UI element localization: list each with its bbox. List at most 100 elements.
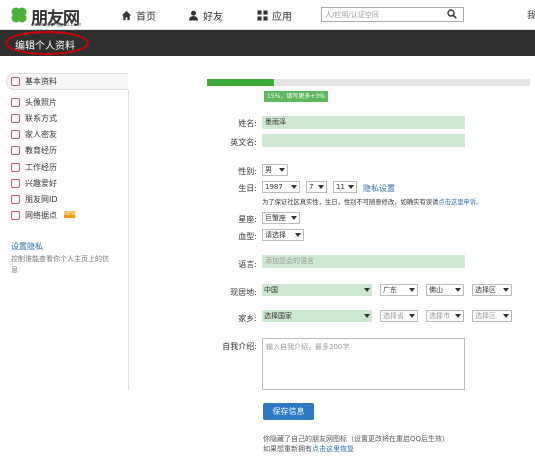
- sidebar-item-id[interactable]: 朋友网ID: [11, 194, 58, 205]
- hometown-city-value: 选择市: [429, 312, 450, 320]
- sidebar-item-network[interactable]: 网络据点: [11, 210, 57, 221]
- search-placeholder: 人/应用/认证空间: [325, 11, 379, 19]
- clover-logo-icon: [11, 7, 27, 23]
- birth-day-value: 11: [336, 183, 345, 191]
- nav-home-label: 首页: [136, 12, 156, 23]
- residence-city-select[interactable]: 佛山: [426, 284, 464, 296]
- intro-textarea[interactable]: 输入自我介绍，最多200字: [262, 338, 465, 390]
- hidden-icon-note: 你隐藏了自己的朋友网图标（设置更改将在重启QQ后生效）: [263, 435, 450, 443]
- birthday-note: 为了保证社区真实性，生日，性别不可随意修改，如确实有误请点击这里申诉。: [262, 197, 482, 206]
- restore-link[interactable]: 点击这里恢复: [312, 445, 354, 453]
- contact-book-icon: [11, 114, 20, 123]
- birth-year-value: 1987: [265, 183, 283, 191]
- avatar-icon: [11, 98, 20, 107]
- search-icon[interactable]: [447, 9, 457, 19]
- nav-apps-label: 应用: [272, 12, 292, 23]
- zodiac-select[interactable]: 巨蟹座: [262, 212, 300, 224]
- english-name-label: 英文名:: [230, 138, 257, 147]
- chevron-down-icon: [503, 314, 509, 318]
- blood-type-value: 请选择: [265, 231, 286, 239]
- name-field[interactable]: 墨雨泽: [262, 116, 465, 129]
- residence-province-select[interactable]: 广东: [380, 284, 418, 296]
- appeal-link[interactable]: 点击这里申诉。: [438, 199, 482, 206]
- sidebar-item-basic[interactable]: 基本资料: [11, 76, 57, 87]
- family-icon: [11, 130, 20, 139]
- sidebar-item-label: 头像照片: [25, 98, 57, 107]
- sidebar-item-label: 网络据点: [25, 211, 57, 220]
- sidebar-divider: [128, 90, 129, 390]
- logo-url: www.pengyou.com: [34, 22, 82, 28]
- privacy-settings-link[interactable]: 设置隐私: [11, 241, 43, 252]
- save-button[interactable]: 保存信息: [263, 403, 314, 420]
- sidebar-item-label: 工作经历: [25, 163, 57, 172]
- sidebar-item-work[interactable]: 工作经历: [11, 162, 57, 173]
- hometown-district-select[interactable]: 选择区: [472, 310, 512, 322]
- profile-card-icon: [11, 77, 20, 86]
- restore-note: 如果想重新拥有点击这里恢复: [263, 444, 354, 454]
- hometown-district-value: 选择区: [475, 312, 496, 320]
- residence-district-value: 选择区: [475, 286, 496, 294]
- hometown-province-select[interactable]: 选择省: [380, 310, 418, 322]
- sidebar-item-interests[interactable]: 兴趣爱好: [11, 178, 57, 189]
- nav-friends[interactable]: 好友: [188, 8, 223, 23]
- chevron-down-icon: [503, 288, 509, 292]
- chevron-down-icon: [409, 314, 415, 318]
- sidebar-item-education[interactable]: 教育经历: [11, 145, 57, 156]
- nav-home[interactable]: 首页: [121, 8, 156, 23]
- chevron-down-icon: [348, 185, 354, 189]
- birthday-note-text: 为了保证社区真实性，生日，性别不可随意修改，如确实有误请: [262, 199, 439, 206]
- chevron-down-icon: [455, 288, 461, 292]
- zodiac-label: 星座:: [238, 215, 257, 224]
- sidebar-item-contact[interactable]: 联系方式: [11, 113, 57, 124]
- birth-day-select[interactable]: 11: [333, 181, 357, 193]
- nav-friends-label: 好友: [203, 12, 223, 23]
- residence-district-select[interactable]: 选择区: [472, 284, 512, 296]
- chevron-down-icon: [279, 168, 285, 172]
- id-card-icon: [11, 195, 20, 204]
- chevron-down-icon: [364, 314, 370, 318]
- sidebar-item-label: 兴趣爱好: [25, 179, 57, 188]
- gender-select[interactable]: 男: [262, 164, 288, 176]
- sidebar-item-avatar[interactable]: 头像照片: [11, 97, 57, 108]
- sidebar-item-label: 教育经历: [25, 146, 57, 155]
- privacy-description: 控制谁能查看你个人主页上的信息: [11, 255, 109, 274]
- residence-country-value: 中国: [264, 286, 278, 294]
- intro-label: 自我介绍:: [222, 342, 257, 351]
- english-name-field[interactable]: [262, 134, 465, 147]
- chevron-down-icon: [291, 216, 297, 220]
- residence-province-value: 广东: [383, 286, 397, 294]
- gender-label: 性别:: [238, 167, 257, 176]
- birth-year-select[interactable]: 1987: [262, 181, 300, 193]
- chevron-down-icon: [455, 314, 461, 318]
- hometown-label: 家乡:: [238, 314, 257, 323]
- hometown-country-select[interactable]: 选择国家: [262, 310, 372, 322]
- sidebar-item-label: 联系方式: [25, 114, 57, 123]
- chevron-down-icon: [318, 185, 324, 189]
- restore-note-text: 如果想重新拥有: [263, 445, 312, 453]
- graduation-cap-icon: [11, 146, 20, 155]
- name-label: 姓名:: [238, 119, 257, 128]
- header-right-text[interactable]: 我: [527, 8, 535, 21]
- hometown-city-select[interactable]: 选择市: [426, 310, 464, 322]
- new-badge: NEW: [64, 211, 76, 218]
- sidebar-item-label: 朋友网ID: [25, 195, 58, 204]
- zodiac-value: 巨蟹座: [265, 214, 286, 222]
- chevron-down-icon: [364, 288, 370, 292]
- blood-type-select[interactable]: 请选择: [262, 229, 304, 241]
- privacy-settings-link-inline[interactable]: 隐私设置: [363, 183, 395, 194]
- sidebar-head-label: 基本资料: [25, 77, 57, 86]
- heart-icon: [11, 179, 20, 188]
- language-input[interactable]: 添加您会的语言: [262, 255, 465, 268]
- chevron-down-icon: [291, 185, 297, 189]
- sidebar-item-family[interactable]: 家人密友: [11, 129, 57, 140]
- birth-month-value: 7: [309, 183, 314, 191]
- sidebar-item-label: 家人密友: [25, 130, 57, 139]
- residence-country-select[interactable]: 中国: [262, 284, 372, 296]
- chevron-down-icon: [295, 233, 301, 237]
- nav-apps[interactable]: 应用: [257, 8, 292, 23]
- residence-label: 现居地:: [230, 288, 257, 297]
- highlight-circle: [5, 31, 89, 55]
- birth-month-select[interactable]: 7: [306, 181, 327, 193]
- progress-fill: [207, 79, 274, 86]
- blood-type-label: 血型:: [238, 232, 257, 241]
